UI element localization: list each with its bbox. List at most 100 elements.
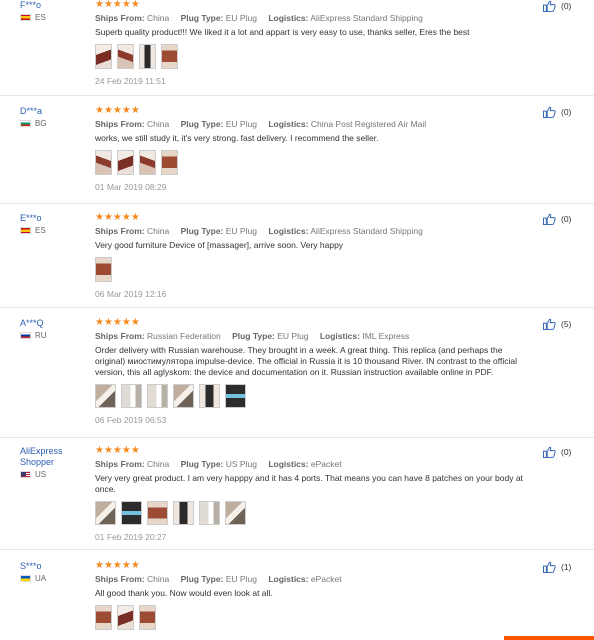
- order-meta: Ships From: Russian Federation Plug Type…: [95, 331, 535, 342]
- review-photo[interactable]: [95, 605, 112, 630]
- plug-type-value: EU Plug: [225, 574, 257, 584]
- reviewer-info: AliExpress Shopper US: [20, 446, 90, 479]
- review-text: Superb quality product!!! We liked it a …: [95, 27, 470, 37]
- review-text: Order delivery with Russian warehouse. T…: [95, 345, 517, 377]
- logistics-label: Logistics:: [268, 459, 309, 469]
- plug-type-label: Plug Type:: [180, 119, 224, 129]
- helpful-button[interactable]: (0): [543, 0, 571, 12]
- reviewer-info: S***o UA: [20, 561, 90, 583]
- reviewer-name[interactable]: AliExpress Shopper: [20, 446, 70, 468]
- ships-from-label: Ships From:: [95, 331, 145, 341]
- review-text: Very very great product. I am very happp…: [95, 473, 523, 494]
- ukraine-flag-icon: [20, 575, 31, 582]
- helpful-count: (0): [561, 214, 572, 224]
- review-photos: [95, 384, 535, 408]
- helpful-button[interactable]: (0): [543, 446, 571, 458]
- review-photo[interactable]: [161, 44, 178, 69]
- bulgaria-flag-icon: [20, 120, 31, 127]
- star-rating: ★★★★★: [95, 445, 140, 456]
- helpful-count: (5): [561, 319, 572, 329]
- accent-bar: [504, 636, 594, 640]
- helpful-count: (0): [561, 447, 572, 457]
- review-photo[interactable]: [121, 501, 142, 525]
- plug-type-label: Plug Type:: [180, 13, 224, 23]
- ships-from-value: China: [146, 459, 170, 469]
- review-photo[interactable]: [95, 257, 112, 282]
- review-photos: [95, 44, 535, 69]
- review-content: ★★★★★ Ships From: China Plug Type: EU Pl…: [95, 561, 535, 630]
- reviewer-country: US: [35, 470, 47, 479]
- logistics-value: AliExpress Standard Shipping: [310, 13, 423, 23]
- thumbs-up-icon: [543, 213, 556, 225]
- review-text: works, we still study it, it's very stro…: [95, 133, 379, 143]
- logistics-value: IML Express: [362, 331, 410, 341]
- logistics-label: Logistics:: [268, 119, 309, 129]
- reviewer-name[interactable]: A***Q: [20, 318, 90, 329]
- review-photo[interactable]: [95, 384, 116, 408]
- thumbs-up-icon: [543, 318, 556, 330]
- review-item: S***o UA ★★★★★ Ships From: China Plug Ty…: [0, 550, 594, 640]
- reviewer-name[interactable]: E***o: [20, 213, 90, 224]
- reviewer-name[interactable]: S***o: [20, 561, 90, 572]
- order-meta: Ships From: China Plug Type: EU Plug Log…: [95, 13, 535, 24]
- review-photo[interactable]: [117, 605, 134, 630]
- helpful-button[interactable]: (5): [543, 318, 571, 330]
- order-meta: Ships From: China Plug Type: EU Plug Log…: [95, 119, 535, 130]
- review-photo[interactable]: [121, 384, 142, 408]
- logistics-label: Logistics:: [319, 331, 360, 341]
- reviewer-name[interactable]: D***a: [20, 106, 90, 117]
- logistics-value: China Post Registered Air Mail: [310, 119, 427, 129]
- review-item: F***o ES ★★★★★ Ships From: China Plug Ty…: [0, 0, 594, 96]
- spain-flag-icon: [20, 227, 31, 234]
- helpful-button[interactable]: (1): [543, 561, 571, 573]
- review-photo[interactable]: [147, 384, 168, 408]
- reviewer-country: ES: [35, 226, 46, 235]
- review-photo[interactable]: [199, 384, 220, 408]
- reviewer-name[interactable]: F***o: [20, 0, 90, 11]
- star-rating: ★★★★★: [95, 317, 140, 328]
- logistics-value: AliExpress Standard Shipping: [310, 226, 423, 236]
- reviewer-country: ES: [35, 13, 46, 22]
- review-content: ★★★★★ Ships From: Russian Federation Plu…: [95, 318, 535, 426]
- star-rating: ★★★★★: [95, 105, 140, 116]
- plug-type-value: EU Plug: [225, 13, 257, 23]
- review-date: 01 Feb 2019 20:27: [95, 532, 167, 542]
- review-photo[interactable]: [173, 501, 194, 525]
- ships-from-label: Ships From:: [95, 13, 145, 23]
- order-meta: Ships From: China Plug Type: EU Plug Log…: [95, 226, 535, 237]
- thumbs-up-icon: [543, 446, 556, 458]
- review-photo[interactable]: [139, 44, 156, 69]
- review-photo[interactable]: [139, 150, 156, 175]
- review-item: AliExpress Shopper US ★★★★★ Ships From: …: [0, 438, 594, 550]
- review-photo[interactable]: [139, 605, 156, 630]
- review-item: D***a BG ★★★★★ Ships From: China Plug Ty…: [0, 96, 594, 204]
- plug-type-label: Plug Type:: [232, 331, 275, 341]
- review-item: E***o ES ★★★★★ Ships From: China Plug Ty…: [0, 204, 594, 308]
- star-rating: ★★★★★: [95, 212, 140, 223]
- review-date: 24 Feb 2019 11:51: [95, 76, 166, 86]
- logistics-label: Logistics:: [268, 226, 309, 236]
- review-photo[interactable]: [147, 501, 168, 525]
- review-date: 06 Feb 2019 06:53: [95, 415, 167, 425]
- plug-type-value: US Plug: [225, 459, 257, 469]
- ships-from-value: Russian Federation: [146, 331, 221, 341]
- review-photo[interactable]: [199, 501, 220, 525]
- helpful-button[interactable]: (0): [543, 106, 571, 118]
- review-photo[interactable]: [161, 150, 178, 175]
- review-text: All good thank you. Now would even look …: [95, 588, 273, 598]
- reviewer-info: D***a BG: [20, 106, 90, 128]
- review-date: 01 Mar 2019 08:29: [95, 182, 167, 192]
- review-photo[interactable]: [95, 44, 112, 69]
- helpful-button[interactable]: (0): [543, 213, 571, 225]
- review-photo[interactable]: [225, 384, 246, 408]
- review-photo[interactable]: [117, 150, 134, 175]
- review-photo[interactable]: [225, 501, 246, 525]
- plug-type-label: Plug Type:: [180, 574, 224, 584]
- review-photo[interactable]: [117, 44, 134, 69]
- review-photo[interactable]: [95, 501, 116, 525]
- ships-from-value: China: [146, 226, 170, 236]
- usa-flag-icon: [20, 471, 31, 478]
- review-photo[interactable]: [173, 384, 194, 408]
- review-photo[interactable]: [95, 150, 112, 175]
- ships-from-label: Ships From:: [95, 226, 145, 236]
